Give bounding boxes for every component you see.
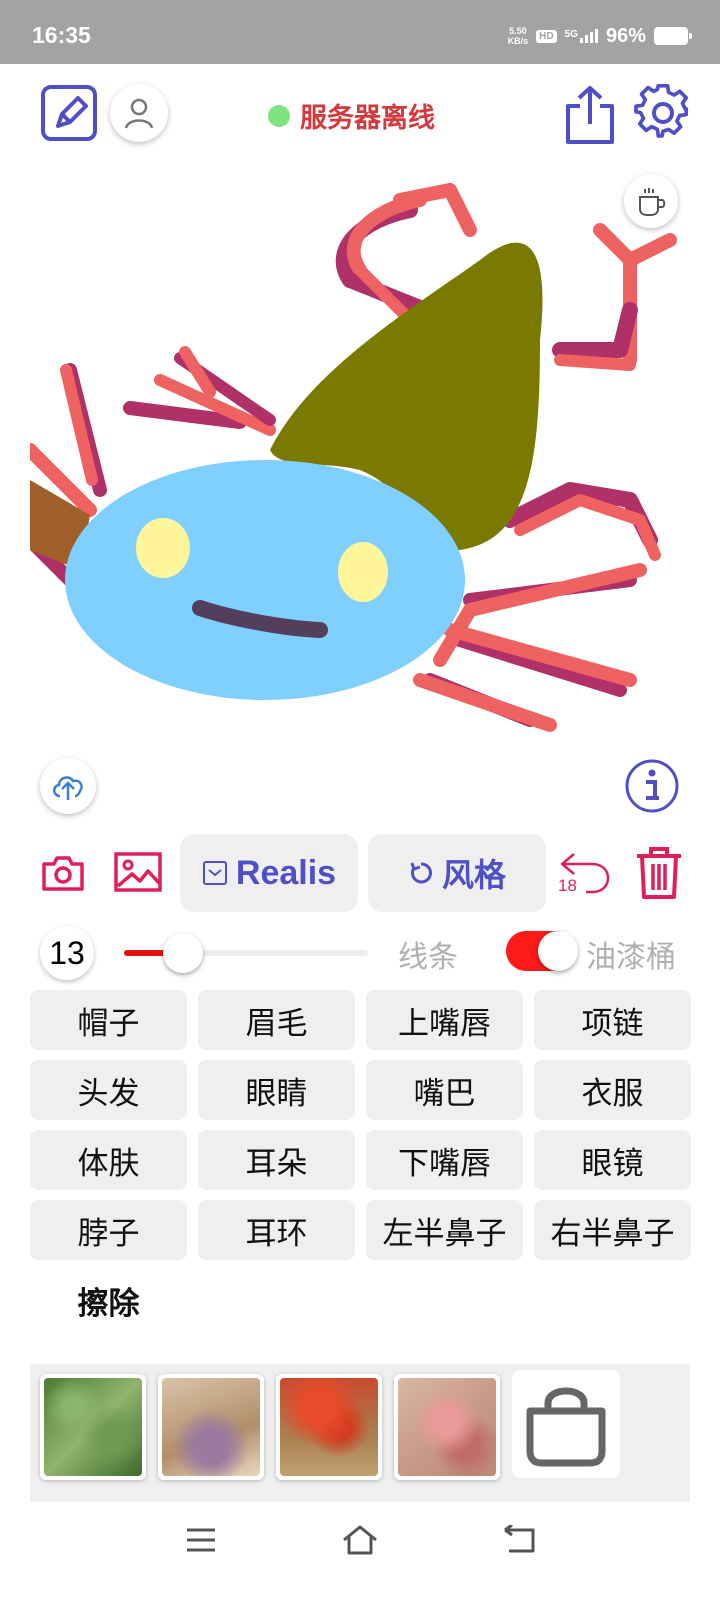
- share-button[interactable]: [562, 84, 618, 146]
- checkbox-icon: [202, 861, 227, 885]
- style-model-label: Realis: [235, 853, 337, 892]
- part-button[interactable]: 体肤: [30, 1130, 187, 1190]
- home-nav-button[interactable]: [338, 1520, 382, 1560]
- part-button[interactable]: 脖子: [30, 1200, 187, 1260]
- refresh-icon: [410, 862, 432, 884]
- server-status-dot: [268, 104, 290, 127]
- image-icon: [114, 852, 162, 892]
- status-bar: 16:35 5.50 KB/s HD 5G 96%: [0, 0, 720, 64]
- cloud-upload-icon: [53, 776, 83, 800]
- line-mode-label[interactable]: 线条: [398, 932, 458, 976]
- paint-bucket-toggle[interactable]: [506, 931, 578, 971]
- style-thumbnail[interactable]: [394, 1374, 500, 1480]
- back-nav-button[interactable]: [498, 1520, 542, 1560]
- status-indicators: 5.50 KB/s HD 5G 96%: [507, 22, 692, 50]
- edit-icon: [41, 85, 97, 141]
- part-button[interactable]: 下嘴唇: [366, 1130, 523, 1190]
- server-status-text: 服务器离线: [300, 103, 435, 134]
- user-button[interactable]: [110, 84, 168, 142]
- share-icon: [566, 86, 614, 144]
- part-button[interactable]: 眉毛: [198, 990, 355, 1050]
- trash-icon: [637, 847, 681, 899]
- delete-button[interactable]: [634, 846, 684, 900]
- battery-percent: 96%: [605, 24, 646, 47]
- drawing-canvas[interactable]: [23, 160, 690, 800]
- part-button[interactable]: 左半鼻子: [366, 1200, 523, 1260]
- part-button[interactable]: 眼睛: [198, 1060, 355, 1120]
- signal-icon: 5G: [565, 29, 598, 43]
- style-thumbnail[interactable]: [40, 1374, 146, 1480]
- toggle-knob: [538, 931, 578, 971]
- part-button[interactable]: 衣服: [534, 1060, 691, 1120]
- battery-icon: [654, 27, 692, 45]
- coffee-button[interactable]: [624, 174, 678, 228]
- user-icon: [124, 98, 154, 129]
- brush-size-slider[interactable]: [124, 933, 368, 973]
- part-button[interactable]: 耳环: [198, 1200, 355, 1260]
- part-button[interactable]: 嘴巴: [366, 1060, 523, 1120]
- lock-icon: [526, 1387, 606, 1467]
- part-button[interactable]: 项链: [534, 990, 691, 1050]
- gear-icon: [634, 84, 689, 138]
- part-button[interactable]: 眼镜: [534, 1130, 691, 1190]
- upload-button[interactable]: [40, 758, 96, 814]
- image-button[interactable]: [114, 850, 162, 894]
- paint-bucket-label: 油漆桶: [586, 940, 676, 975]
- menu-icon: [187, 1528, 215, 1552]
- style-label: 风格: [441, 856, 506, 894]
- part-button[interactable]: 上嘴唇: [366, 990, 523, 1050]
- back-icon: [504, 1525, 535, 1553]
- menu-nav-button[interactable]: [180, 1520, 222, 1560]
- part-button[interactable]: 帽子: [30, 990, 187, 1050]
- sketch-drawing: [23, 183, 677, 732]
- camera-button[interactable]: [40, 852, 86, 894]
- style-thumbnails: [30, 1364, 690, 1502]
- status-time: 16:35: [32, 22, 91, 48]
- camera-icon: [42, 856, 84, 891]
- network-speed: 5.50 KB/s: [507, 26, 529, 46]
- info-icon: [625, 759, 679, 813]
- style-thumbnail[interactable]: [276, 1374, 382, 1480]
- style-thumbnail[interactable]: [158, 1374, 264, 1480]
- style-model-button[interactable]: Realis: [180, 834, 358, 912]
- slider-thumb[interactable]: [162, 933, 203, 973]
- settings-button[interactable]: [634, 84, 692, 142]
- server-status: 服务器离线: [268, 96, 435, 135]
- system-nav-bar: [0, 1520, 720, 1600]
- brush-size-badge: 13: [40, 926, 94, 980]
- home-icon: [343, 1525, 377, 1555]
- part-button[interactable]: 头发: [30, 1060, 187, 1120]
- coffee-icon: [639, 188, 666, 216]
- info-button[interactable]: [624, 758, 680, 814]
- part-button[interactable]: 耳朵: [198, 1130, 355, 1190]
- edit-button[interactable]: [40, 84, 98, 142]
- style-button[interactable]: 风格: [368, 834, 546, 912]
- part-button[interactable]: 擦除: [30, 1270, 187, 1330]
- hd-badge: HD: [536, 29, 557, 43]
- locked-style-tile[interactable]: [512, 1370, 620, 1478]
- undo-count: 18: [558, 876, 577, 895]
- part-button[interactable]: 右半鼻子: [534, 1200, 691, 1260]
